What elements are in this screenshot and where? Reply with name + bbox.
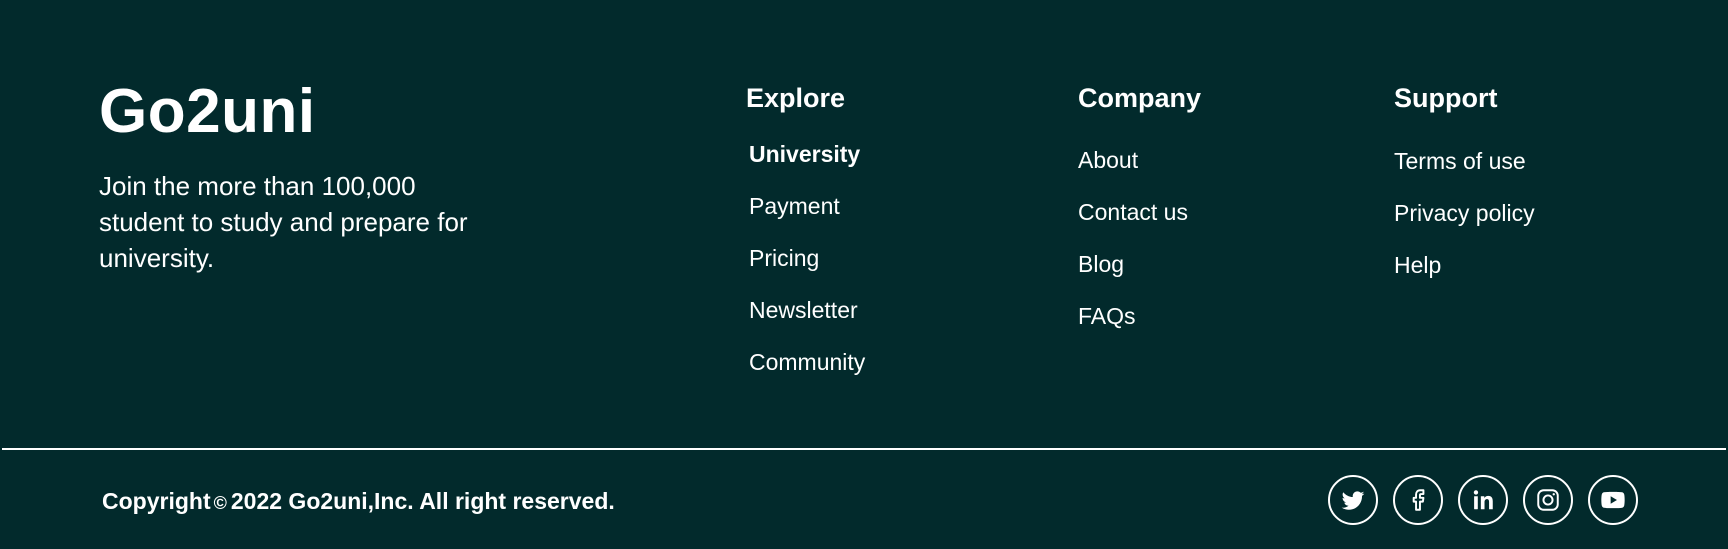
brand-tagline: Join the more than 100,000 student to st… — [99, 171, 468, 273]
linkedin-button[interactable] — [1458, 475, 1508, 525]
brand-logo-text[interactable]: Go2uni — [99, 76, 489, 148]
footer-column-company: Company About Contact us Blog FAQs — [1078, 82, 1201, 342]
youtube-icon — [1601, 491, 1625, 509]
column-title-support: Support — [1394, 83, 1498, 113]
brand-block: Go2uni Join the more than 100,000 studen… — [99, 76, 489, 276]
copyright-prefix: Copyright — [102, 488, 211, 514]
facebook-button[interactable] — [1393, 475, 1443, 525]
footer-link-pricing[interactable]: Pricing — [749, 232, 865, 284]
footer-link-newsletter[interactable]: Newsletter — [749, 284, 865, 336]
twitter-icon — [1341, 491, 1365, 510]
site-footer: Go2uni Join the more than 100,000 studen… — [0, 0, 1728, 549]
copyright-text: Copyright © 2022 Go2uni,Inc. All right res… — [102, 486, 615, 518]
footer-link-about[interactable]: About — [1078, 134, 1201, 186]
instagram-icon — [1537, 489, 1559, 511]
linkedin-icon — [1473, 490, 1493, 510]
column-title-explore: Explore — [746, 83, 846, 113]
footer-link-payment[interactable]: Payment — [749, 180, 865, 232]
explore-link-list: University Payment Pricing Newsletter Co… — [749, 128, 865, 388]
footer-link-help[interactable]: Help — [1394, 239, 1535, 291]
footer-link-community[interactable]: Community — [749, 336, 865, 388]
support-link-list: Terms of use Privacy policy Help — [1394, 135, 1535, 291]
copyright-body: 2022 Go2uni,Inc. All right reserved. — [230, 488, 615, 514]
footer-link-blog[interactable]: Blog — [1078, 238, 1201, 290]
footer-column-explore: Explore University Payment Pricing Newsl… — [746, 82, 865, 388]
instagram-button[interactable] — [1523, 475, 1573, 525]
facebook-icon — [1412, 489, 1425, 511]
column-title-company: Company — [1078, 83, 1202, 113]
footer-link-privacy-policy[interactable]: Privacy policy — [1394, 187, 1535, 239]
footer-link-contact-us[interactable]: Contact us — [1078, 186, 1201, 238]
company-link-list: About Contact us Blog FAQs — [1078, 134, 1201, 342]
footer-link-terms-of-use[interactable]: Terms of use — [1394, 135, 1535, 187]
social-links — [1328, 475, 1638, 525]
footer-link-faqs[interactable]: FAQs — [1078, 290, 1201, 342]
footer-link-university[interactable]: University — [749, 128, 865, 180]
twitter-button[interactable] — [1328, 475, 1378, 525]
copyright-symbol: © — [213, 493, 227, 513]
youtube-button[interactable] — [1588, 475, 1638, 525]
footer-column-support: Support Terms of use Privacy policy Help — [1394, 82, 1535, 291]
footer-divider — [2, 448, 1726, 450]
